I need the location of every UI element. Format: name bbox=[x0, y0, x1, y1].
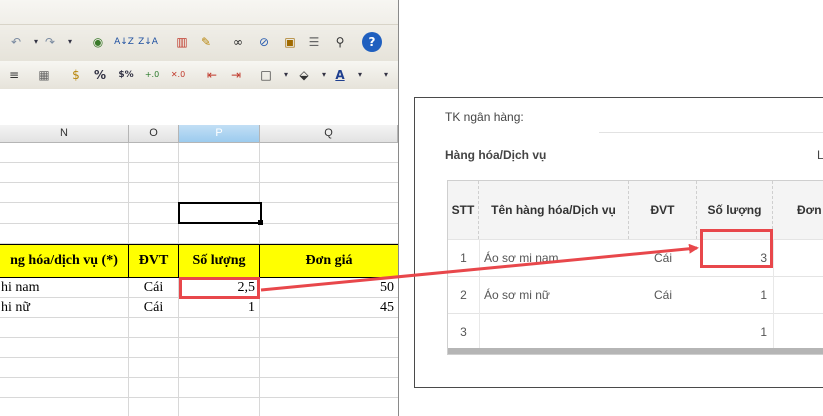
arrow-connector bbox=[260, 243, 699, 292]
arrow-line bbox=[260, 243, 699, 292]
